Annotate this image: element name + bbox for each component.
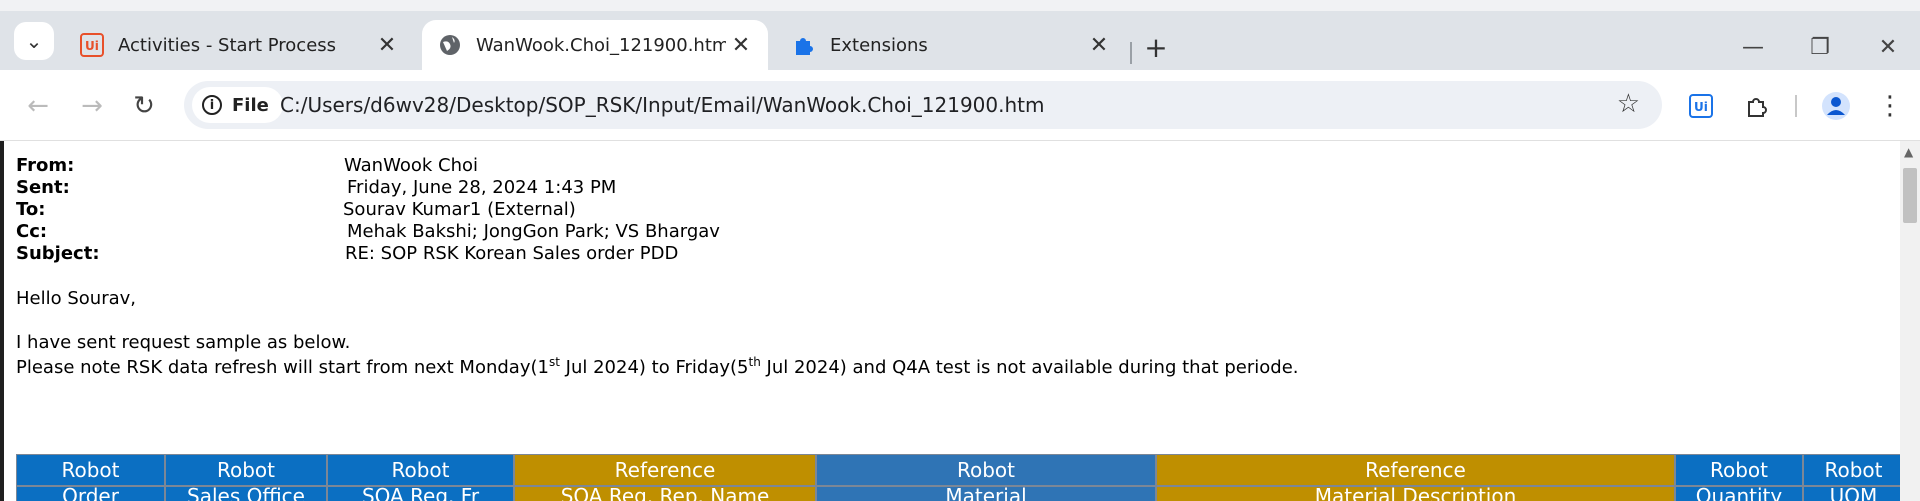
header-key: Cc: (16, 221, 48, 242)
info-icon: i (202, 95, 222, 115)
table-header-cell: Robot (1675, 454, 1803, 486)
uipath-icon: Ui (1689, 94, 1713, 118)
tab-wanwook-htm[interactable]: WanWook.Choi_121900.htm ✕ (422, 20, 768, 70)
superscript: th (748, 355, 761, 369)
table-header-cell: Robot (16, 454, 165, 486)
body-line-1: I have sent request sample as below. (16, 332, 351, 353)
window-top-strip (0, 0, 1920, 11)
restore-icon: ❐ (1810, 34, 1830, 60)
menu-button[interactable]: ⋮ (1870, 86, 1910, 126)
header-value: RE: SOP RSK Korean Sales order PDD (345, 243, 679, 264)
profile-button[interactable] (1816, 86, 1856, 126)
close-icon[interactable]: ✕ (726, 30, 756, 60)
greeting: Hello Sourav, (16, 288, 136, 309)
table-subheader-cell: Sales Office (165, 484, 327, 501)
avatar-icon (1822, 92, 1850, 120)
tab-search-button[interactable]: ⌄ (14, 22, 54, 60)
table-subheader-cell: UOM (1803, 484, 1900, 501)
table-subheader-cell: SOA Reg. Rep. Name (514, 484, 816, 501)
chevron-down-icon: ⌄ (25, 29, 43, 53)
uipath-extension-button[interactable]: Ui (1681, 86, 1721, 126)
body-text: Jul 2024) and Q4A test is not available … (760, 357, 1299, 378)
svg-text:Ui: Ui (85, 39, 99, 53)
tab-strip: ⌄ Ui Activities - Start Process ✕ WanWoo… (0, 11, 1920, 70)
site-info-chip[interactable]: i File (192, 87, 283, 123)
tab-label: WanWook.Choi_121900.htm (476, 34, 726, 56)
plus-icon: + (1144, 30, 1168, 64)
globe-icon (438, 33, 462, 57)
superscript: st (548, 355, 560, 369)
address-bar[interactable]: i File C:/Users/d6wv28/Desktop/SOP_RSK/I… (184, 81, 1662, 129)
table-subheader-cell: Material Description (1156, 484, 1675, 501)
header-key: Subject: (16, 243, 100, 264)
table-header-cell: Robot (327, 454, 514, 486)
table-subheader-cell: Order (16, 484, 165, 501)
reload-button[interactable]: ↻ (124, 86, 164, 126)
table-header-cell: Reference (1156, 454, 1675, 486)
toolbar-separator (1795, 95, 1797, 117)
tab-label: Extensions (830, 34, 928, 56)
uipath-icon: Ui (80, 33, 104, 57)
table-header-cell: Reference (514, 454, 816, 486)
back-button[interactable]: ← (18, 86, 58, 126)
header-value: WanWook Choi (344, 155, 478, 176)
puzzle-icon (1748, 98, 1767, 117)
url-text[interactable]: C:/Users/d6wv28/Desktop/SOP_RSK/Input/Em… (280, 93, 1044, 117)
header-key: From: (16, 155, 75, 176)
vertical-scrollbar[interactable]: ▲ (1900, 141, 1920, 501)
tab-activities[interactable]: Ui Activities - Start Process ✕ (64, 20, 414, 70)
table-subheader-cell: SOA Reg. Fr (327, 484, 514, 501)
kebab-menu-icon: ⋮ (1877, 91, 1903, 121)
table-header-cell: Robot (165, 454, 327, 486)
forward-button[interactable]: → (72, 86, 112, 126)
bookmark-star-icon[interactable]: ☆ (1617, 89, 1640, 119)
tab-separator (1130, 42, 1132, 64)
header-key: Sent: (16, 177, 70, 198)
scrollbar-thumb[interactable] (1903, 168, 1917, 223)
table-header-cell: Robot (1803, 454, 1900, 486)
browser-toolbar: ← → ↻ i File C:/Users/d6wv28/Desktop/SOP… (0, 70, 1920, 141)
header-value: Sourav Kumar1 (External) (343, 199, 576, 220)
reload-icon: ↻ (133, 91, 155, 121)
page-content: From: WanWook Choi Sent: Friday, June 28… (0, 141, 1900, 501)
close-window-button[interactable]: ✕ (1868, 31, 1908, 63)
arrow-right-icon: → (81, 91, 103, 121)
table-subheader-cell: Quantity (1675, 484, 1803, 501)
puzzle-icon (792, 33, 816, 57)
extensions-button[interactable] (1737, 86, 1777, 126)
tab-extensions[interactable]: Extensions ✕ (776, 20, 1126, 70)
table-header-cell: Robot (816, 454, 1156, 486)
body-line-2: Please note RSK data refresh will start … (16, 355, 1299, 378)
file-chip-label: File (232, 94, 269, 116)
header-key: To: (16, 199, 46, 220)
arrow-left-icon: ← (27, 91, 49, 121)
body-text: Jul 2024) to Friday(5 (559, 357, 749, 378)
new-tab-button[interactable]: + (1140, 30, 1172, 64)
tab-label: Activities - Start Process (118, 34, 337, 56)
header-value: Mehak Bakshi; JongGon Park; VS Bhargav (347, 221, 720, 242)
close-icon[interactable]: ✕ (372, 30, 402, 60)
body-text: Please note RSK data refresh will start … (16, 357, 549, 378)
minimize-icon: — (1742, 34, 1764, 60)
close-icon[interactable]: ✕ (1084, 30, 1114, 60)
header-value: Friday, June 28, 2024 1:43 PM (347, 177, 617, 198)
table-subheader-cell: Material (816, 484, 1156, 501)
scroll-up-arrow-icon[interactable]: ▲ (1904, 145, 1913, 159)
close-icon: ✕ (1878, 34, 1898, 60)
minimize-button[interactable]: — (1733, 31, 1773, 63)
restore-button[interactable]: ❐ (1800, 31, 1840, 63)
svg-text:Ui: Ui (1694, 100, 1708, 114)
